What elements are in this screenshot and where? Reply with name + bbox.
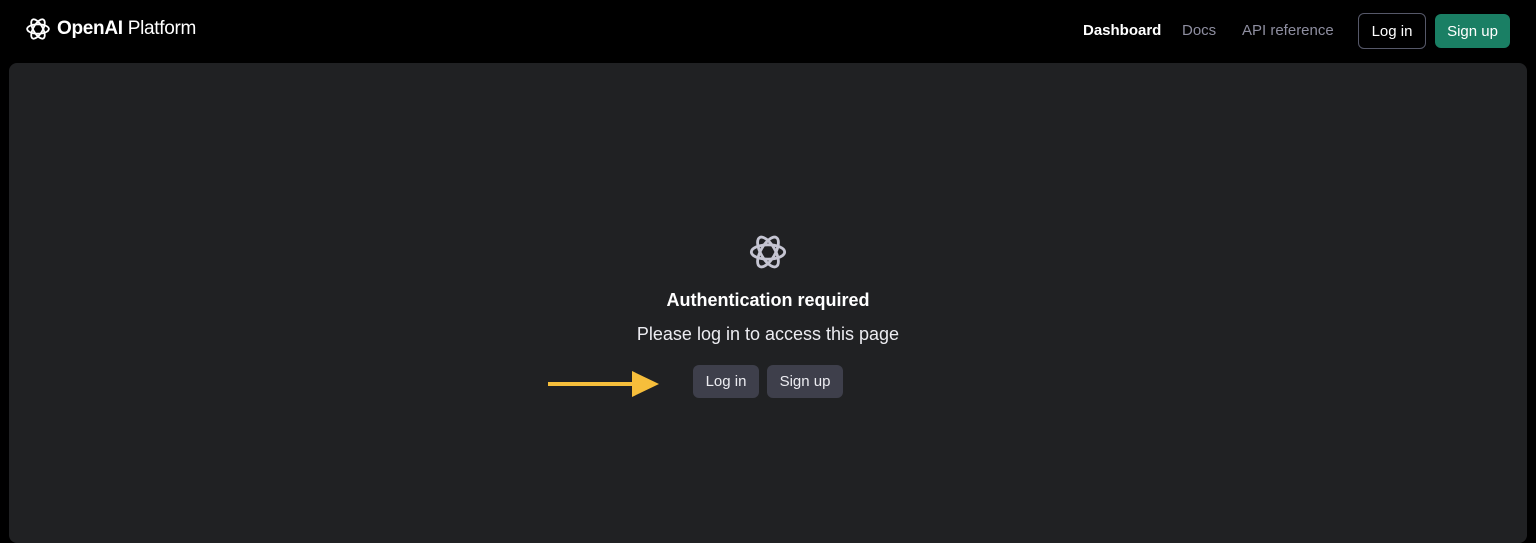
- header-signup-button[interactable]: Sign up: [1435, 14, 1510, 48]
- login-button[interactable]: Log in: [693, 365, 759, 398]
- openai-logo-icon: [748, 232, 788, 272]
- brand-logo[interactable]: OpenAI Platform: [25, 16, 196, 42]
- auth-required-title: Authentication required: [666, 290, 870, 310]
- openai-logo-icon: [25, 16, 51, 42]
- arrow-right-icon: [548, 371, 660, 399]
- brand-name-strong: OpenAI: [57, 18, 123, 39]
- nav-link-dashboard[interactable]: Dashboard: [1083, 22, 1161, 39]
- brand-name: OpenAI Platform: [57, 18, 196, 40]
- brand-name-suffix: Platform: [122, 18, 197, 39]
- nav-link-docs[interactable]: Docs: [1182, 22, 1216, 39]
- header-login-button[interactable]: Log in: [1358, 13, 1426, 49]
- auth-required-subtitle: Please log in to access this page: [636, 324, 900, 344]
- nav-link-api-reference[interactable]: API reference: [1242, 22, 1334, 39]
- signup-button[interactable]: Sign up: [767, 365, 843, 398]
- top-navigation-bar: OpenAI Platform Dashboard Docs API refer…: [0, 0, 1536, 62]
